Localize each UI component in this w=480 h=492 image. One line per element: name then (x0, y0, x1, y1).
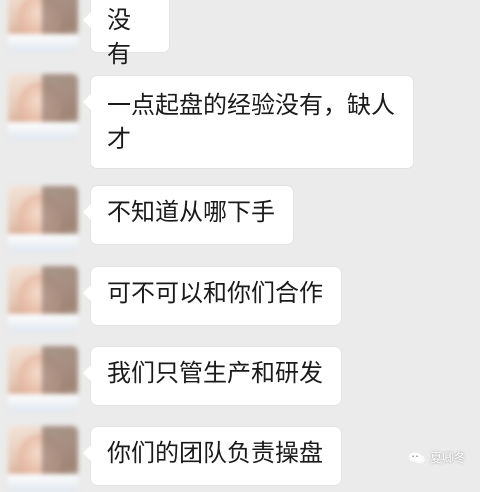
message-bubble[interactable]: 一点起盘的经验没有，缺人才 (83, 76, 413, 168)
message-bubble[interactable]: 不知道从哪下手 (83, 186, 293, 244)
message-text: 没有 (107, 6, 131, 68)
message-bubble[interactable]: 我们只管生产和研发 (83, 347, 341, 405)
message-bubble[interactable]: 可不可以和你们合作 (83, 267, 341, 325)
message-text: 你们的团队负责操盘 (107, 439, 323, 467)
chat-message: 我们只管生产和研发 (0, 340, 480, 412)
chat-message: 可不可以和你们合作 (0, 260, 480, 332)
chat-conversation: 没有 一点起盘的经验没有，缺人才 不知道从哪下手 可不可以和你们合作 我们只管生… (0, 0, 480, 492)
avatar[interactable] (8, 266, 78, 332)
avatar[interactable] (8, 346, 78, 412)
chat-message: 没有 (0, 0, 480, 68)
watermark: 夏卿冬 (408, 449, 466, 466)
message-text: 我们只管生产和研发 (107, 359, 323, 387)
message-text: 一点起盘的经验没有，缺人才 (107, 91, 395, 153)
watermark-label: 夏卿冬 (429, 451, 466, 465)
avatar[interactable] (8, 186, 78, 252)
message-text: 不知道从哪下手 (107, 198, 275, 226)
avatar[interactable] (8, 426, 78, 492)
message-bubble[interactable]: 没有 (83, 0, 169, 68)
wechat-icon (409, 451, 425, 464)
chat-message: 不知道从哪下手 (0, 180, 480, 252)
message-bubble[interactable]: 你们的团队负责操盘 (83, 427, 341, 485)
avatar[interactable] (8, 74, 78, 140)
message-text: 可不可以和你们合作 (107, 279, 323, 307)
chat-message: 一点起盘的经验没有，缺人才 (0, 70, 480, 170)
avatar[interactable] (8, 0, 78, 52)
